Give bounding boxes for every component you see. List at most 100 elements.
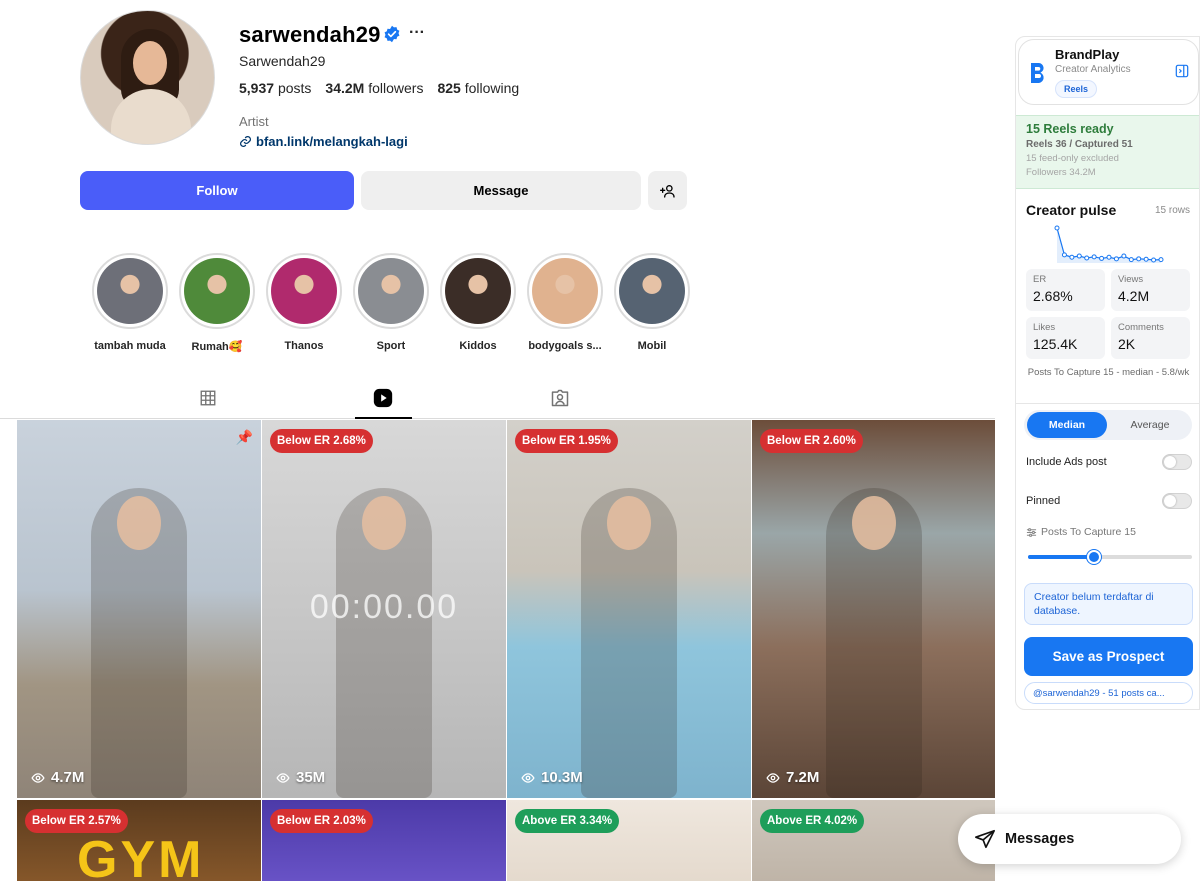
reel-subject-face <box>117 495 161 550</box>
reel-tile[interactable]: Below ER 2.68% 00:00.00 35M <box>262 420 506 798</box>
include-ads-switch[interactable] <box>1162 454 1192 470</box>
messages-button[interactable]: Messages <box>958 814 1181 864</box>
message-button[interactable]: Message <box>361 171 641 210</box>
add-user-icon <box>659 184 675 198</box>
highlight-item[interactable]: bodygoals s... <box>527 253 603 353</box>
reel-subject-face <box>607 495 651 550</box>
profile-username: sarwendah29 <box>239 22 381 47</box>
sparkline-point <box>1099 255 1105 261</box>
brandplay-reels-chip[interactable]: Reels <box>1055 80 1098 98</box>
metric-value: 125.4K <box>1033 336 1078 352</box>
sparkline-point <box>1121 253 1127 259</box>
er-badge: Above ER 3.34% <box>515 809 620 833</box>
save-as-prospect-button[interactable]: Save as Prospect <box>1024 637 1193 676</box>
reel-views: 7.2M <box>766 769 819 786</box>
views-eye-icon <box>521 772 535 783</box>
sparkline-point <box>1113 256 1119 262</box>
metric-label: ER <box>1033 274 1047 285</box>
views-eye-icon <box>276 772 290 783</box>
link-icon <box>240 136 251 147</box>
reel-views: 4.7M <box>31 769 84 786</box>
bio-link[interactable]: bfan.link/melangkah-lagi <box>239 134 408 149</box>
highlight-label: Rumah🥰 <box>191 341 243 353</box>
sparkline-point <box>1069 254 1075 260</box>
sparkline-point <box>1061 252 1067 258</box>
collapse-panel-icon[interactable] <box>1175 64 1189 78</box>
views-eye-icon <box>766 772 780 783</box>
tab-posts[interactable] <box>193 386 223 410</box>
send-icon <box>975 829 995 849</box>
highlight-ring <box>353 253 429 329</box>
highlight-thumbnail <box>358 258 424 324</box>
capture-note: Posts To Capture 15 - median - 5.8/wk <box>1027 367 1190 378</box>
stat-following[interactable]: 825 following <box>437 80 519 96</box>
tabs-divider <box>0 418 995 419</box>
panel-divider <box>1016 403 1199 404</box>
er-badge: Below ER 2.68% <box>270 429 373 453</box>
highlight-thumbnail <box>532 258 598 324</box>
highlight-ring <box>614 253 690 329</box>
sparkline-point <box>1106 254 1112 260</box>
highlight-item[interactable]: Kiddos <box>440 253 516 353</box>
highlight-item[interactable]: Sport <box>353 253 429 353</box>
follow-button[interactable]: Follow <box>80 171 354 210</box>
metric-card-views: Views 4.2M <box>1111 269 1190 311</box>
reel-views-count: 4.7M <box>51 769 85 786</box>
messages-label: Messages <box>1005 831 1075 847</box>
sparkline-point <box>1136 256 1142 262</box>
sparkline-point <box>1054 225 1060 231</box>
stat-followers[interactable]: 34.2M followers <box>325 80 423 96</box>
reel-tile[interactable]: Below ER 2.57% GYM <box>17 800 261 881</box>
er-badge: Below ER 2.03% <box>270 809 373 833</box>
pinned-switch[interactable] <box>1162 493 1192 509</box>
avatar-face <box>133 41 167 85</box>
reel-views-count: 35M <box>296 769 326 786</box>
more-options-icon[interactable]: ··· <box>409 24 425 42</box>
highlight-label: Mobil <box>637 340 667 352</box>
pinned-label: Pinned <box>1026 495 1061 507</box>
profile-category: Artist <box>239 114 269 129</box>
highlight-thumbnail <box>97 258 163 324</box>
brandplay-header: BrandPlay Creator Analytics Reels <box>1018 39 1199 105</box>
tab-tagged[interactable] <box>545 386 575 410</box>
metric-label: Comments <box>1118 322 1164 333</box>
highlight-item[interactable]: Rumah🥰 <box>179 253 255 353</box>
pinned-icon: 📌 <box>235 429 253 445</box>
reels-grid: 📌 4.7M Below ER 2.68% 00:00.00 35M Below ER 1… <box>0 420 995 881</box>
add-user-button[interactable] <box>648 171 687 210</box>
metric-card-likes: Likes 125.4K <box>1026 317 1105 359</box>
reels-icon <box>373 388 393 408</box>
creator-pulse-title: Creator pulse <box>1026 202 1117 218</box>
following-label: following <box>464 80 520 96</box>
reel-tile[interactable]: Below ER 1.95% 10.3M <box>507 420 751 798</box>
median-option[interactable]: Median <box>1027 412 1107 438</box>
reel-tile[interactable]: Below ER 2.60% 7.2M <box>752 420 995 798</box>
tab-reels[interactable] <box>368 386 398 410</box>
sparkline-point <box>1091 254 1097 260</box>
reel-tile[interactable]: Above ER 3.34% <box>507 800 751 881</box>
sparkline-point <box>1076 253 1082 259</box>
slider-handle[interactable] <box>1086 550 1101 564</box>
reel-views: 10.3M <box>521 769 583 786</box>
stat-posts[interactable]: 5,937 posts <box>239 80 311 96</box>
reel-tile[interactable]: 📌 4.7M <box>17 420 261 798</box>
reel-subject-face <box>362 495 406 550</box>
profile-avatar[interactable] <box>80 10 215 145</box>
metric-label: Likes <box>1033 322 1056 333</box>
reel-text-overlay: GYM <box>77 831 205 881</box>
include-ads-label: Include Ads post <box>1026 456 1107 468</box>
creator-pulse-rows: 15 rows <box>1155 205 1191 216</box>
highlight-label: bodygoals s... <box>528 340 602 352</box>
average-option[interactable]: Average <box>1110 412 1190 438</box>
posts-to-capture-slider[interactable] <box>1028 550 1192 564</box>
capture-summary-chip[interactable]: @sarwendah29 - 51 posts ca... <box>1024 682 1193 704</box>
highlight-item[interactable]: tambah muda <box>92 253 168 353</box>
reel-tile[interactable]: Below ER 2.03% <box>262 800 506 881</box>
creator-pulse-sparkline <box>1054 225 1164 263</box>
brandplay-subtitle: Creator Analytics <box>1055 64 1131 75</box>
profile-full-name: Sarwendah29 <box>239 53 326 69</box>
highlight-item[interactable]: Thanos <box>266 253 342 353</box>
highlight-label: Kiddos <box>459 340 497 352</box>
highlight-item[interactable]: Mobil <box>614 253 690 353</box>
posts-count: 5,937 <box>239 80 275 96</box>
